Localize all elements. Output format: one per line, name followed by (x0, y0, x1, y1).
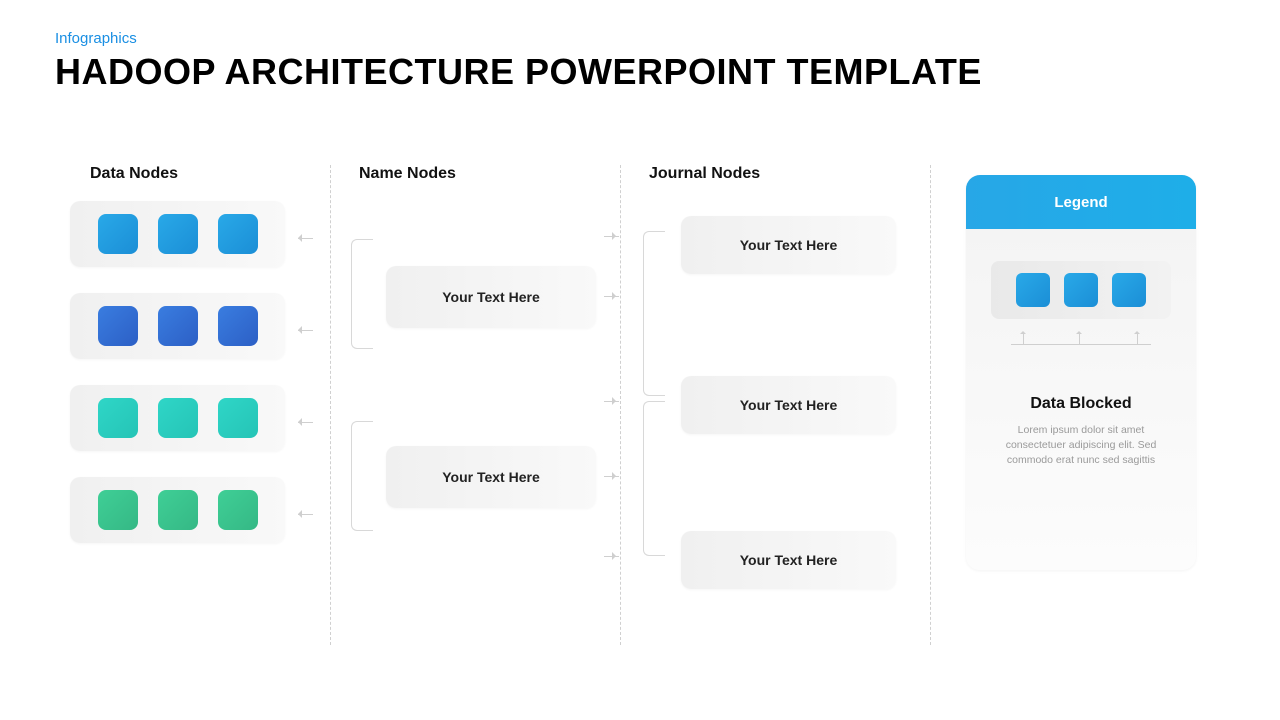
data-node-row (70, 477, 285, 543)
block-icon (98, 398, 138, 438)
column-journal-nodes: Journal Nodes Your Text Here Your Text H… (620, 165, 930, 645)
connector-bracket (351, 239, 373, 349)
block-icon (218, 398, 258, 438)
column-name-nodes: Name Nodes Your Text Here Your Text Here (330, 165, 620, 645)
diagram: Data Nodes (70, 165, 1210, 645)
legend-title: Data Blocked (1030, 395, 1131, 413)
column-legend: Legend Data Blocked Lorem ipsum dolor si… (930, 165, 1210, 645)
block-icon (1016, 273, 1050, 307)
connector-bracket (643, 401, 665, 556)
block-icon (98, 214, 138, 254)
connector-arrow-icon (601, 231, 619, 243)
block-icon (1112, 273, 1146, 307)
column-title-data: Data Nodes (90, 165, 330, 183)
column-title-name: Name Nodes (359, 165, 620, 183)
journal-node-card: Your Text Here (681, 216, 896, 274)
journal-node-card: Your Text Here (681, 531, 896, 589)
connector-arrow-icon (295, 325, 313, 337)
block-icon (218, 490, 258, 530)
block-icon (98, 490, 138, 530)
legend-node-sample (991, 261, 1171, 319)
block-icon (1064, 273, 1098, 307)
data-node-row (70, 293, 285, 359)
data-node-row (70, 201, 285, 267)
connector-arrow-icon (601, 471, 619, 483)
column-data-nodes: Data Nodes (70, 165, 330, 645)
journal-node-card: Your Text Here (681, 376, 896, 434)
block-icon (158, 490, 198, 530)
legend-body: Lorem ipsum dolor sit amet consectetuer … (966, 423, 1196, 469)
name-node-card: Your Text Here (386, 446, 596, 508)
connector-arrow-icon (601, 396, 619, 408)
connector-arrow-icon (295, 417, 313, 429)
page-title: HADOOP ARCHITECTURE POWERPOINT TEMPLATE (55, 51, 982, 93)
legend-arrows-icon (1011, 325, 1151, 349)
data-node-row (70, 385, 285, 451)
column-title-journal: Journal Nodes (649, 165, 930, 183)
block-icon (218, 214, 258, 254)
block-icon (218, 306, 258, 346)
connector-bracket (351, 421, 373, 531)
legend-header: Legend (966, 175, 1196, 229)
block-icon (158, 306, 198, 346)
block-icon (158, 398, 198, 438)
name-node-card: Your Text Here (386, 266, 596, 328)
connector-arrow-icon (601, 291, 619, 303)
connector-bracket (643, 231, 665, 396)
connector-arrow-icon (295, 509, 313, 521)
connector-arrow-icon (295, 233, 313, 245)
block-icon (98, 306, 138, 346)
connector-arrow-icon (601, 551, 619, 563)
block-icon (158, 214, 198, 254)
overline: Infographics (55, 30, 982, 47)
legend-panel: Legend Data Blocked Lorem ipsum dolor si… (966, 175, 1196, 570)
